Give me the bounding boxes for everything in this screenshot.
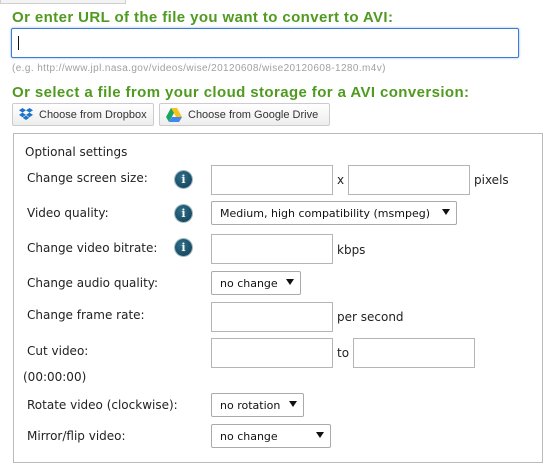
chevron-down-icon — [316, 432, 324, 438]
cut-video-label: Cut video: — [27, 344, 89, 358]
chevron-down-icon — [289, 401, 297, 407]
cut-video-end-input[interactable] — [353, 338, 475, 368]
dropbox-button-label: Choose from Dropbox — [39, 108, 147, 121]
mirror-video-label: Mirror/flip video: — [27, 429, 126, 443]
chevron-down-icon — [442, 209, 450, 215]
screen-size-label: Change screen size: — [27, 171, 148, 185]
top-button-stub — [0, 0, 126, 4]
rotate-video-select[interactable]: no rotation — [211, 393, 304, 417]
chevron-down-icon — [286, 279, 294, 285]
url-heading: Or enter URL of the file you want to con… — [12, 9, 394, 26]
video-quality-value: Medium, high compatibility (msmpeg) — [220, 206, 430, 220]
google-drive-button-label: Choose from Google Drive — [188, 108, 319, 121]
choose-dropbox-button[interactable]: Choose from Dropbox — [12, 103, 154, 126]
video-bitrate-info-icon[interactable]: i — [175, 239, 192, 256]
video-quality-select[interactable]: Medium, high compatibility (msmpeg) — [211, 201, 457, 225]
cut-video-separator: to — [337, 346, 350, 360]
screen-width-input[interactable] — [211, 165, 333, 195]
choose-google-drive-button[interactable]: Choose from Google Drive — [159, 103, 330, 126]
frame-rate-input[interactable] — [211, 302, 333, 332]
audio-quality-label: Change audio quality: — [27, 276, 159, 290]
frame-rate-label: Change frame rate: — [27, 308, 145, 322]
screen-size-separator: x — [337, 173, 345, 187]
cut-video-start-input[interactable] — [211, 338, 333, 368]
rotate-video-label: Rotate video (clockwise): — [27, 398, 178, 412]
cloud-heading: Or select a file from your cloud storage… — [12, 84, 470, 101]
audio-quality-value: no change — [220, 276, 278, 290]
screen-height-input[interactable] — [348, 165, 470, 195]
google-drive-icon — [166, 107, 182, 122]
optional-settings-title: Optional settings — [25, 145, 128, 159]
url-example: (e.g. http://www.jpl.nasa.gov/videos/wis… — [12, 63, 386, 74]
rotate-video-value: no rotation — [220, 398, 281, 412]
mirror-video-select[interactable]: no change — [211, 424, 331, 448]
video-quality-label: Video quality: — [27, 206, 109, 220]
video-bitrate-unit: kbps — [337, 243, 366, 257]
mirror-video-value: no change — [220, 429, 278, 443]
video-bitrate-label: Change video bitrate: — [27, 241, 158, 255]
video-bitrate-input[interactable] — [211, 234, 333, 264]
url-input[interactable] — [11, 28, 519, 58]
audio-quality-select[interactable]: no change — [211, 271, 301, 295]
text-caret — [18, 36, 19, 50]
frame-rate-unit: per second — [337, 310, 404, 324]
dropbox-icon — [19, 108, 33, 120]
video-quality-info-icon[interactable]: i — [175, 205, 192, 222]
screen-size-info-icon[interactable]: i — [175, 171, 192, 188]
cut-video-format-hint: (00:00:00) — [23, 370, 87, 384]
screen-size-unit: pixels — [474, 173, 509, 187]
